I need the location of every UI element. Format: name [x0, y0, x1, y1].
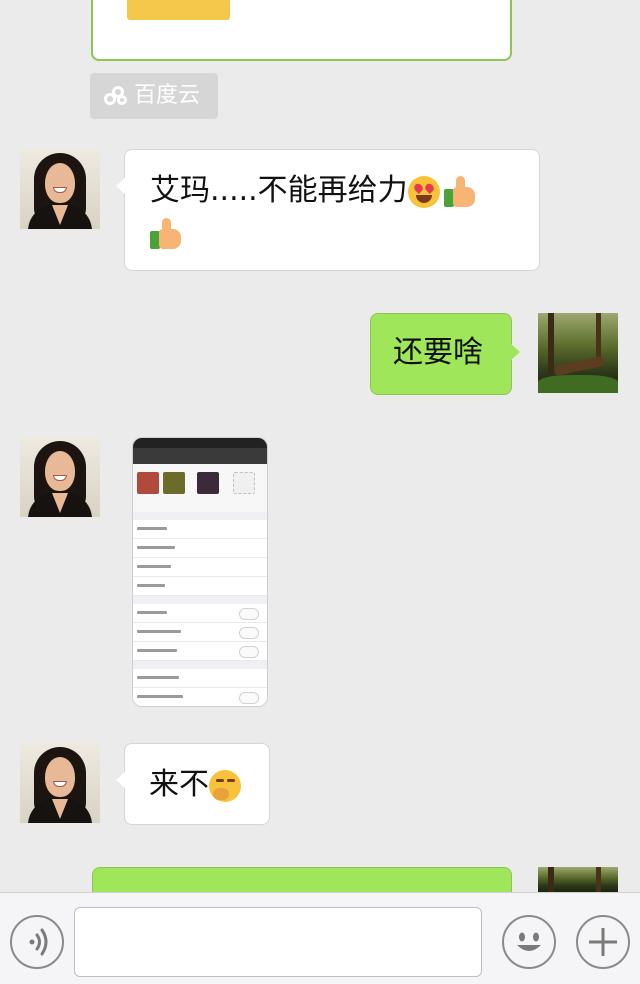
- baidu-cloud-icon: [104, 86, 127, 105]
- message-bubble[interactable]: 艾玛.....不能再给力: [116, 149, 540, 271]
- link-card-thumbnail: [127, 0, 230, 20]
- my-avatar[interactable]: [538, 313, 618, 393]
- plus-icon: [589, 928, 617, 956]
- contact-avatar[interactable]: [20, 743, 100, 823]
- message-text: 来不: [149, 767, 209, 802]
- more-button[interactable]: [576, 915, 630, 969]
- thinking-emoji-icon: [209, 769, 241, 802]
- message-bubble[interactable]: 来不: [116, 743, 270, 825]
- my-avatar[interactable]: [538, 867, 618, 892]
- emoji-button[interactable]: [502, 915, 556, 969]
- message-text: 艾玛.....不能再给力: [150, 173, 408, 208]
- source-tag[interactable]: 百度云: [90, 73, 218, 119]
- message-text: 还要啥: [393, 335, 483, 370]
- source-tag-label: 百度云: [134, 83, 201, 108]
- contact-avatar[interactable]: [20, 437, 100, 517]
- smiley-icon: [517, 932, 541, 951]
- thumbs-up-emoji-icon: [443, 175, 478, 209]
- contact-avatar[interactable]: [20, 149, 100, 229]
- image-message[interactable]: [132, 437, 268, 707]
- voice-button[interactable]: [10, 915, 64, 969]
- shared-link-card[interactable]: [91, 0, 512, 61]
- thumbs-up-emoji-icon: [150, 217, 184, 251]
- message-input[interactable]: [74, 907, 482, 977]
- input-toolbar: [0, 892, 640, 984]
- heart-eyes-emoji-icon: [407, 175, 440, 208]
- voice-icon: [29, 928, 48, 956]
- message-bubble[interactable]: 还要啥: [370, 313, 520, 395]
- members-strip: [133, 464, 267, 512]
